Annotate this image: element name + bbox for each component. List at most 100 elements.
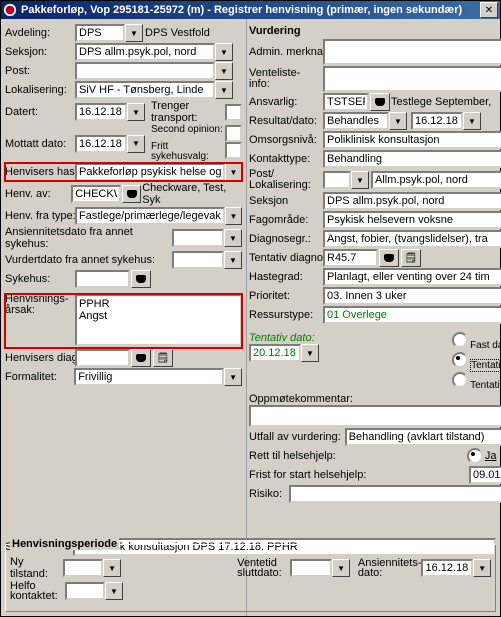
adminmerk-input[interactable] bbox=[323, 39, 501, 65]
utfall-label: Utfall av vurdering: bbox=[249, 431, 341, 443]
avdeling-input[interactable] bbox=[75, 24, 125, 42]
hastegrad-dropdown[interactable]: ▼ bbox=[225, 163, 242, 181]
r-seksjon-label: Seksjon bbox=[249, 195, 323, 207]
seksjon-label: Seksjon: bbox=[5, 46, 75, 58]
arsak-label: Henvisnings- årsak: bbox=[5, 294, 75, 316]
r-hastegrad-label: Hastegrad: bbox=[249, 271, 323, 283]
post-dropdown[interactable]: ▼ bbox=[215, 62, 233, 80]
fagomrade-input[interactable] bbox=[323, 211, 501, 229]
rett-label: Rett til helsehjelp: bbox=[249, 450, 467, 462]
p-ansienn-input[interactable] bbox=[421, 559, 473, 577]
avdeling-dropdown[interactable]: ▼ bbox=[125, 24, 143, 42]
utfall-input[interactable] bbox=[345, 428, 501, 446]
omsorg-label: Omsorgsnivå: bbox=[249, 134, 323, 146]
radio-maned[interactable]: Tentativ måned bbox=[452, 372, 501, 392]
oppmote-input[interactable] bbox=[249, 405, 501, 427]
kontakt-input[interactable] bbox=[323, 150, 501, 168]
avdeling-desc: DPS Vestfold bbox=[145, 27, 210, 39]
henvisers-hastegrad-row: Henvisers hastegrad: ▼ bbox=[5, 163, 242, 181]
resultat-label: Resultat/dato: bbox=[249, 115, 323, 127]
venteliste-input[interactable] bbox=[323, 66, 501, 92]
trenger-checkbox[interactable] bbox=[225, 104, 242, 121]
right-panel: Vurdering Admin. merknad: Venteliste- in… bbox=[246, 19, 501, 616]
tentdato-cal[interactable]: ▼ bbox=[301, 344, 319, 362]
prioritet-label: Prioritet: bbox=[249, 290, 323, 302]
frist-input[interactable] bbox=[469, 466, 501, 484]
left-panel: Avdeling:▼DPS Vestfold Seksjon:▼ Post:▼ … bbox=[1, 19, 246, 616]
henvav-input[interactable] bbox=[71, 185, 121, 203]
helfo-dd[interactable]: ▼ bbox=[105, 582, 123, 600]
avdeling-label: Avdeling: bbox=[5, 27, 75, 39]
ansienn-cal[interactable]: ▼ bbox=[224, 229, 242, 247]
ansvarlig-search-icon[interactable] bbox=[370, 93, 390, 111]
fagomrade-label: Fagområde: bbox=[249, 214, 323, 226]
post-label: Post: bbox=[5, 65, 75, 77]
postlok-label: Post/ Lokalisering: bbox=[249, 169, 323, 191]
postlok-post-dd[interactable]: ▼ bbox=[351, 171, 369, 189]
lokalisering-input[interactable] bbox=[75, 81, 215, 99]
nytilstand-input[interactable] bbox=[63, 559, 103, 577]
diagnose-input[interactable] bbox=[75, 349, 130, 367]
post-input[interactable] bbox=[75, 62, 215, 80]
ventetid-input[interactable] bbox=[290, 559, 332, 577]
ressurs-label: Ressurstype: bbox=[249, 309, 323, 321]
ansienn-input[interactable] bbox=[172, 229, 224, 247]
resultat-dato[interactable] bbox=[411, 112, 463, 130]
radio-fast[interactable]: Fast dato og tid bbox=[452, 332, 501, 352]
trenger-label: Trenger transport: bbox=[151, 100, 225, 124]
hastegrad-input[interactable] bbox=[75, 163, 225, 181]
lokalisering-dropdown[interactable]: ▼ bbox=[215, 81, 233, 99]
p-ansienn-cal[interactable]: ▼ bbox=[473, 559, 491, 577]
diagnose-list-icon[interactable] bbox=[153, 349, 173, 367]
fritt-checkbox[interactable] bbox=[225, 142, 242, 159]
titlebar: Pakkeforløp, Vop 295181-25972 (m) - Regi… bbox=[1, 1, 500, 19]
vurder-cal[interactable]: ▼ bbox=[224, 251, 242, 269]
r-hastegrad-input[interactable] bbox=[323, 268, 501, 286]
helfo-input[interactable] bbox=[65, 582, 105, 600]
risiko-label: Risiko: bbox=[249, 488, 289, 500]
arsak-text[interactable]: PPHRAngst bbox=[75, 294, 242, 346]
sykehus-label: Sykehus: bbox=[5, 273, 75, 285]
rett-ja-radio[interactable] bbox=[467, 448, 483, 464]
mottatt-input[interactable] bbox=[75, 135, 127, 153]
r-seksjon-input[interactable] bbox=[323, 192, 501, 210]
henvfra-input[interactable] bbox=[75, 207, 225, 225]
diagnose-label: Henvisers diagnose: bbox=[5, 353, 75, 364]
risiko-input[interactable] bbox=[289, 485, 501, 503]
datert-cal[interactable]: ▼ bbox=[127, 103, 145, 121]
nytilstand-dd[interactable]: ▼ bbox=[103, 559, 121, 577]
tentdiag-input[interactable] bbox=[323, 249, 378, 267]
second-checkbox[interactable] bbox=[225, 125, 242, 142]
seksjon-dropdown[interactable]: ▼ bbox=[215, 43, 233, 61]
diagnose-search-icon[interactable] bbox=[131, 349, 151, 367]
seksjon-input[interactable] bbox=[75, 43, 215, 61]
prioritet-input[interactable] bbox=[323, 287, 501, 305]
omsorg-input[interactable] bbox=[323, 131, 501, 149]
henvav-search-icon[interactable] bbox=[122, 185, 141, 203]
mottatt-cal[interactable]: ▼ bbox=[127, 135, 145, 153]
diagnosegr-input[interactable] bbox=[323, 230, 501, 248]
vurder-input[interactable] bbox=[172, 251, 224, 269]
resultat-input[interactable] bbox=[323, 112, 389, 130]
tentdiag-search-icon[interactable] bbox=[379, 249, 399, 267]
datert-input[interactable] bbox=[75, 103, 127, 121]
radio-tentativ[interactable]: Tentativ dato bbox=[452, 352, 501, 372]
tentdiag-label: Tentativ diagnose: bbox=[249, 253, 323, 264]
sykehus-input[interactable] bbox=[75, 270, 130, 288]
resultat-dropdown[interactable]: ▼ bbox=[389, 112, 407, 130]
tentdato-input[interactable] bbox=[249, 344, 301, 362]
resultat-cal[interactable]: ▼ bbox=[463, 112, 481, 130]
ressurs-input[interactable] bbox=[323, 306, 501, 324]
ansvarlig-label: Ansvarlig: bbox=[249, 96, 323, 108]
postlok-lok[interactable] bbox=[371, 171, 501, 189]
ventetid-cal[interactable]: ▼ bbox=[332, 559, 350, 577]
postlok-post[interactable] bbox=[323, 171, 351, 189]
formalitet-dropdown[interactable]: ▼ bbox=[224, 368, 242, 386]
henvfra-dropdown[interactable]: ▼ bbox=[225, 207, 242, 225]
tentdiag-list-icon[interactable] bbox=[401, 249, 421, 267]
close-button[interactable]: ✕ bbox=[480, 2, 498, 18]
formalitet-input[interactable] bbox=[74, 368, 224, 386]
henvisnings-arsak-row: Henvisnings- årsak: PPHRAngst bbox=[5, 294, 242, 348]
ansvarlig-input[interactable] bbox=[323, 93, 369, 111]
sykehus-search-icon[interactable] bbox=[131, 270, 151, 288]
